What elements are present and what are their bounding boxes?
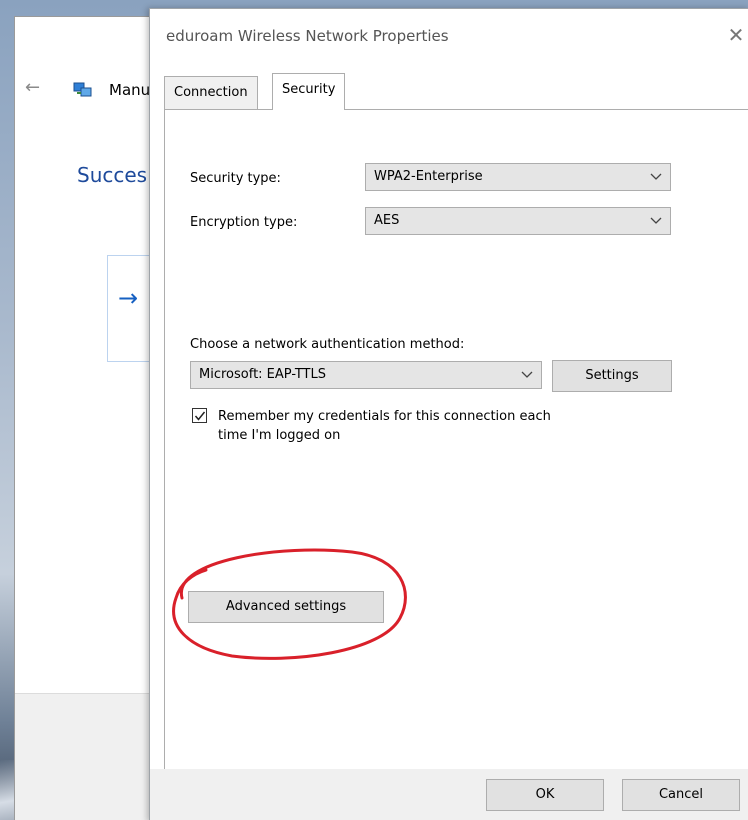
ok-button[interactable]: OK: [486, 779, 604, 811]
highlight-ellipse-annotation: [172, 548, 407, 660]
close-icon[interactable]: ✕: [723, 21, 748, 49]
tab-security[interactable]: Security: [272, 73, 346, 110]
encryption-type-select[interactable]: AES: [365, 207, 671, 235]
tab-strip: Connection Security: [164, 73, 748, 111]
cancel-button[interactable]: Cancel: [622, 779, 740, 811]
dialog-titlebar[interactable]: eduroam Wireless Network Properties ✕: [150, 9, 748, 61]
security-type-value: WPA2-Enterprise: [374, 169, 483, 184]
chevron-down-icon: [650, 173, 662, 180]
chevron-down-icon: [521, 371, 533, 378]
encryption-type-label: Encryption type:: [190, 215, 298, 230]
encryption-type-value: AES: [374, 213, 400, 228]
network-properties-dialog: eduroam Wireless Network Properties ✕ Co…: [149, 8, 748, 820]
auth-method-select[interactable]: Microsoft: EAP-TTLS: [190, 361, 542, 389]
dialog-title: eduroam Wireless Network Properties: [166, 27, 449, 45]
background-window-title: Manu: [109, 81, 151, 99]
network-icon: [73, 82, 92, 97]
tab-connection[interactable]: Connection: [164, 76, 258, 109]
right-arrow-icon: →: [118, 284, 139, 312]
security-type-label: Security type:: [190, 171, 281, 186]
background-window-heading: Succes: [77, 163, 148, 187]
auth-method-value: Microsoft: EAP-TTLS: [199, 367, 326, 382]
remember-credentials-line-2: time I'm logged on: [218, 428, 341, 443]
remember-credentials-label[interactable]: Remember my credentials for this connect…: [218, 407, 638, 445]
remember-credentials-line-1: Remember my credentials for this connect…: [218, 409, 551, 424]
checkmark-icon: [194, 411, 206, 421]
chevron-down-icon: [650, 217, 662, 224]
auth-method-label: Choose a network authentication method:: [190, 337, 465, 352]
desktop-background: ← Manu Succes → eduroam Wireless Network…: [0, 0, 748, 820]
dialog-footer: OK Cancel: [150, 769, 748, 820]
settings-button[interactable]: Settings: [552, 360, 672, 392]
remember-credentials-checkbox[interactable]: [192, 408, 207, 423]
security-type-select[interactable]: WPA2-Enterprise: [365, 163, 671, 191]
back-arrow-icon[interactable]: ←: [25, 77, 40, 98]
